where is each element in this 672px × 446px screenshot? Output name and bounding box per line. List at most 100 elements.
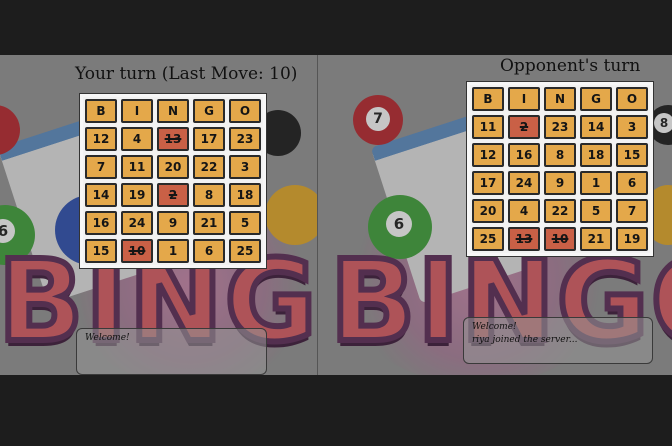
cell-number: 22: [200, 160, 218, 174]
bingo-cell: 4: [508, 199, 540, 223]
chat-message: riya joined the server...: [472, 335, 578, 345]
chat-log: Welcome! riya joined the server...: [463, 317, 653, 364]
cell-number: 6: [204, 244, 214, 258]
column-header-b: B: [472, 87, 504, 111]
bingo-cell: 24: [508, 171, 540, 195]
cell-number: 12: [479, 148, 497, 162]
cell-number: 15: [92, 244, 110, 258]
cell-number: 16: [92, 216, 110, 230]
cell-number: 5: [240, 216, 250, 230]
cell-number: 21: [587, 232, 605, 246]
bingo-cell[interactable]: 15: [85, 239, 117, 263]
bingo-cell[interactable]: 25: [229, 239, 261, 263]
cell-number: 1: [168, 244, 178, 258]
cell-number: 5: [591, 204, 601, 218]
bingo-cell[interactable]: 23: [229, 127, 261, 151]
cell-number: 1: [591, 176, 601, 190]
cell-number: 18: [236, 188, 254, 202]
cell-number: 14: [92, 188, 110, 202]
bingo-cell-marked[interactable]: 13: [157, 127, 189, 151]
bingo-cell: 16: [508, 143, 540, 167]
bingo-cell-marked: 10: [544, 227, 576, 251]
cell-number: 24: [515, 176, 533, 190]
column-header-n: N: [544, 87, 576, 111]
bingo-cell: 7: [616, 199, 648, 223]
bingo-cell: 25: [472, 227, 504, 251]
bingo-cell[interactable]: 8: [193, 183, 225, 207]
bingo-board-opponent: B I N G O 11 2 23 14 3 12 16 8 18 15 17 24 9 1 6 20 4 22 5 7 25 13…: [467, 82, 653, 256]
cell-number: 19: [128, 188, 146, 202]
cell-number: 25: [236, 244, 254, 258]
bingo-cell[interactable]: 6: [193, 239, 225, 263]
cell-number: 18: [587, 148, 605, 162]
cell-number: 23: [236, 132, 254, 146]
bingo-cell: 18: [580, 143, 612, 167]
bingo-cell[interactable]: 24: [121, 211, 153, 235]
cell-number: 4: [132, 132, 142, 146]
bingo-cell[interactable]: 3: [229, 155, 261, 179]
cell-number: 3: [627, 120, 637, 134]
bingo-cell-marked[interactable]: 10: [121, 239, 153, 263]
column-header-g: G: [193, 99, 225, 123]
cell-number: 25: [479, 232, 497, 246]
bingo-cell[interactable]: 11: [121, 155, 153, 179]
bingo-cell-marked[interactable]: 2: [157, 183, 189, 207]
bingo-cell[interactable]: 5: [229, 211, 261, 235]
bingo-cell[interactable]: 20: [157, 155, 189, 179]
bingo-cell: 17: [472, 171, 504, 195]
chat-message: Welcome!: [472, 322, 517, 332]
bingo-cell: 6: [616, 171, 648, 195]
cell-number: 17: [479, 176, 497, 190]
chat-log: Welcome!: [76, 328, 267, 375]
left-player-panel: 6 BINGO Your turn (Last Move: 10) BINGO1…: [0, 55, 317, 375]
cell-number: 17: [200, 132, 218, 146]
cell-number: 20: [479, 204, 497, 218]
cell-number: 10: [551, 232, 569, 246]
bingo-cell[interactable]: 12: [85, 127, 117, 151]
bingo-cell: 12: [472, 143, 504, 167]
bingo-cell: 15: [616, 143, 648, 167]
bingo-cell: 8: [544, 143, 576, 167]
column-header-o: O: [616, 87, 648, 111]
cell-number: 4: [519, 204, 529, 218]
bingo-cell[interactable]: 7: [85, 155, 117, 179]
cell-number: 11: [128, 160, 146, 174]
bingo-cell: 9: [544, 171, 576, 195]
cell-number: 7: [96, 160, 106, 174]
bingo-cell[interactable]: 22: [193, 155, 225, 179]
cell-number: 19: [623, 232, 641, 246]
cell-number: 2: [519, 120, 529, 134]
bingo-cell[interactable]: 4: [121, 127, 153, 151]
cell-number: 22: [551, 204, 569, 218]
column-header-o: O: [229, 99, 261, 123]
bingo-cell[interactable]: 1: [157, 239, 189, 263]
bingo-cell[interactable]: 17: [193, 127, 225, 151]
cell-number: 23: [551, 120, 569, 134]
cell-number: 3: [240, 160, 250, 174]
bingo-cell[interactable]: 19: [121, 183, 153, 207]
cell-number: 20: [164, 160, 182, 174]
turn-status-title: Your turn (Last Move: 10): [75, 64, 298, 84]
bingo-cell[interactable]: 21: [193, 211, 225, 235]
bingo-cell[interactable]: 9: [157, 211, 189, 235]
cell-number: 7: [627, 204, 637, 218]
bingo-cell[interactable]: 16: [85, 211, 117, 235]
cell-number: 8: [204, 188, 214, 202]
cell-number: 21: [200, 216, 218, 230]
bingo-cell: 5: [580, 199, 612, 223]
cell-number: 14: [587, 120, 605, 134]
column-header-i: I: [121, 99, 153, 123]
bingo-cell: 11: [472, 115, 504, 139]
bingo-cell: 23: [544, 115, 576, 139]
cell-number: 13: [515, 232, 533, 246]
bingo-cell: 19: [616, 227, 648, 251]
cell-number: 16: [515, 148, 533, 162]
bingo-cell: 3: [616, 115, 648, 139]
bingo-cell: 14: [580, 115, 612, 139]
bingo-cell[interactable]: 18: [229, 183, 261, 207]
column-header-n: N: [157, 99, 189, 123]
bingo-cell[interactable]: 14: [85, 183, 117, 207]
cell-number: 8: [555, 148, 565, 162]
cell-number: 11: [479, 120, 497, 134]
cell-number: 13: [164, 132, 182, 146]
